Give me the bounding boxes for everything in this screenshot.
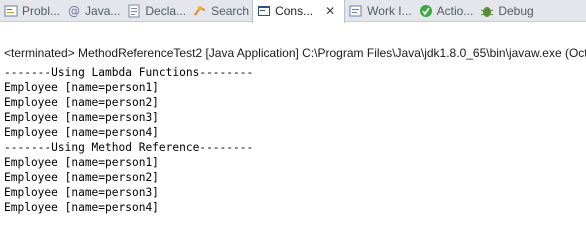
tab-label: Probl... [22, 3, 61, 18]
search-icon [193, 4, 207, 18]
debug-icon [480, 4, 494, 18]
javadoc-icon: @ [67, 4, 81, 18]
work-items-icon [349, 4, 363, 18]
console-line: -------Using Lambda Functions-------- [4, 66, 254, 79]
console-line: Employee [name=person3] [4, 186, 159, 199]
console-icon [257, 4, 271, 18]
console-status-line: <terminated> MethodReferenceTest2 [Java … [4, 46, 586, 60]
tab-label: Java... [85, 3, 121, 18]
tab-search[interactable]: Search [189, 0, 252, 22]
svg-text:@: @ [68, 4, 80, 18]
tab-javadoc[interactable]: @ Java... [63, 0, 123, 22]
tab-console[interactable]: Cons... ✕ [252, 0, 346, 23]
console-line: Employee [name=person2] [4, 171, 159, 184]
console-line: Employee [name=person2] [4, 96, 159, 109]
console-output-area[interactable]: <terminated> MethodReferenceTest2 [Java … [0, 45, 586, 243]
tab-label: Cons... [275, 4, 314, 18]
tab-problems[interactable]: Probl... [0, 0, 63, 22]
view-tab-bar: Probl... @ Java... Decla... Search Cons.… [0, 0, 586, 23]
actions-icon [419, 4, 433, 18]
tab-label: Decla... [145, 3, 187, 18]
close-icon[interactable]: ✕ [323, 4, 341, 18]
tab-label: Work I... [367, 3, 412, 18]
console-output: -------Using Lambda Functions-------- Em… [4, 65, 253, 215]
tab-work-items[interactable]: Work I... [345, 0, 414, 22]
console-line: -------Using Method Reference-------- [4, 141, 254, 154]
tab-label: Actio... [436, 3, 474, 18]
console-line: Employee [name=person3] [4, 111, 159, 124]
console-line: Employee [name=person4] [4, 126, 159, 139]
problems-icon [4, 4, 18, 18]
tab-debug[interactable]: Debug [476, 0, 536, 22]
tab-declaration[interactable]: Decla... [123, 0, 189, 22]
declaration-icon [127, 4, 141, 18]
console-line: Employee [name=person1] [4, 156, 159, 169]
console-line: Employee [name=person1] [4, 81, 159, 94]
tab-label: Debug [498, 3, 534, 18]
console-line: Employee [name=person4] [4, 201, 159, 214]
tab-actions[interactable]: Actio... [415, 0, 477, 22]
tab-label: Search [211, 3, 250, 18]
